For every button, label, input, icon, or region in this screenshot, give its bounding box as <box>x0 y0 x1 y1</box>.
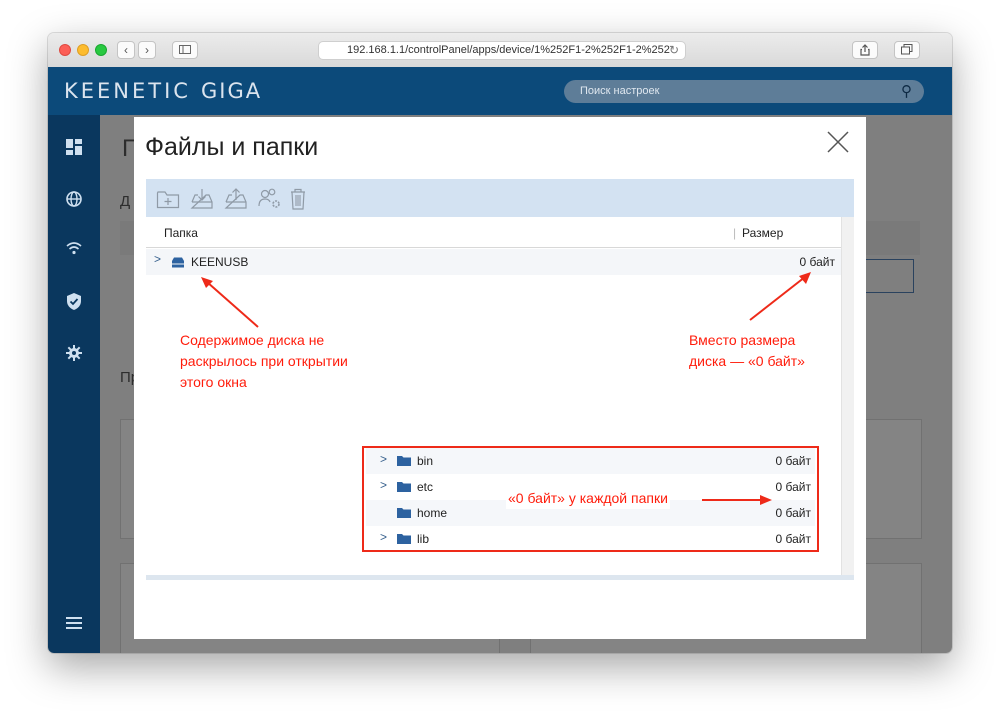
folder-name: etc <box>417 480 434 494</box>
folder-size: 0 байт <box>775 480 811 494</box>
folder-row[interactable]: > lib 0 байт <box>366 526 815 552</box>
annotation-arrows <box>201 272 811 328</box>
folder-icon <box>397 482 411 492</box>
folders-highlight-box: > bin 0 байт > etc 0 байт home 0 байт > … <box>362 446 819 552</box>
folder-row[interactable]: > bin 0 байт <box>366 448 815 474</box>
folder-name: lib <box>417 532 430 546</box>
chevron-right-icon[interactable]: > <box>380 452 387 466</box>
arrow-head <box>799 272 811 284</box>
folder-size: 0 байт <box>775 454 811 468</box>
folder-name: home <box>417 506 448 520</box>
folder-icon <box>397 534 411 544</box>
chevron-right-icon[interactable]: > <box>380 530 387 544</box>
folder-size: 0 байт <box>775 506 811 520</box>
folder-name: bin <box>417 454 434 468</box>
folder-size: 0 байт <box>775 532 811 546</box>
annotation-folders-size: «0 байт» у каждой папки <box>506 488 670 509</box>
arrow-line <box>749 276 806 321</box>
chevron-right-icon[interactable]: > <box>380 478 387 492</box>
arrow-line <box>206 281 259 328</box>
annotation-arrow <box>702 495 772 505</box>
folder-icon <box>397 508 411 518</box>
folder-icon <box>397 456 411 466</box>
